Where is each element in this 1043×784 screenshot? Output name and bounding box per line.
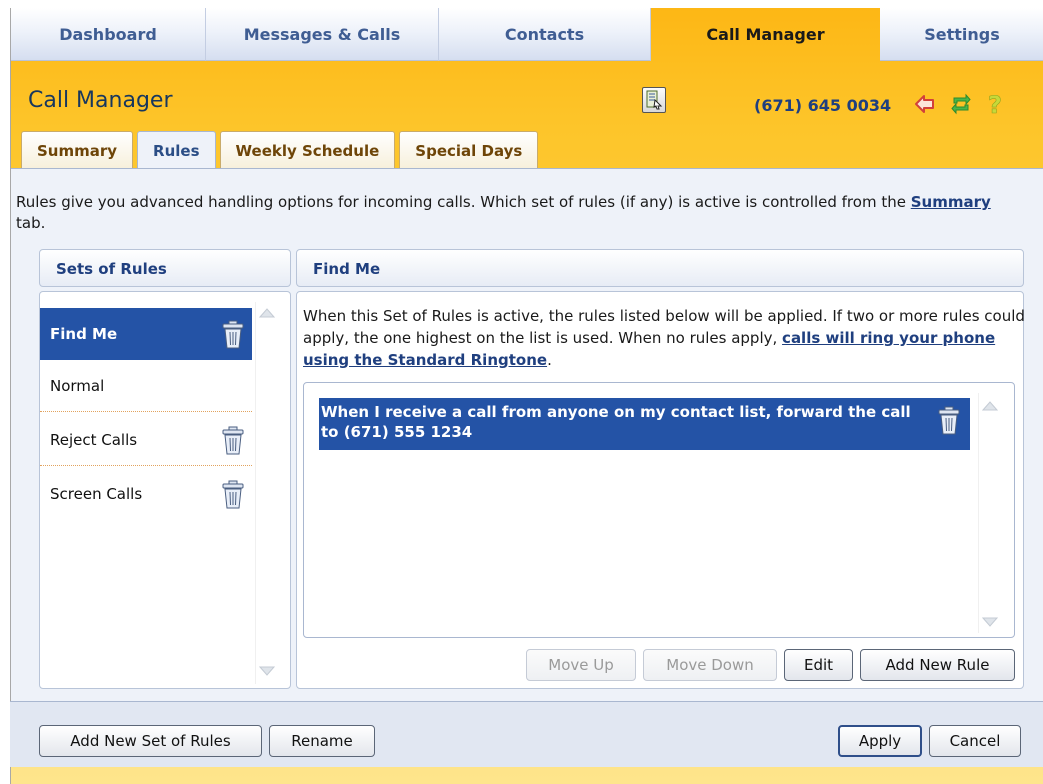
rule-set-label: Normal: [50, 377, 105, 395]
rule-set-find-me[interactable]: Find Me: [40, 308, 252, 360]
intro-text: Rules give you advanced handling options…: [16, 192, 1016, 234]
rules-description: When this Set of Rules is active, the ru…: [303, 305, 1028, 371]
scroll-down-arrow-icon[interactable]: [980, 613, 1000, 631]
main-nav: Dashboard Messages & Calls Contacts Call…: [11, 8, 1043, 61]
rule-item[interactable]: When I receive a call from anyone on my …: [319, 398, 970, 450]
rule-set-label: Screen Calls: [50, 485, 143, 503]
sets-of-rules-header: Sets of Rules: [39, 249, 291, 287]
nav-tab-messages-calls[interactable]: Messages & Calls: [206, 8, 439, 61]
rule-set-label: Find Me: [50, 325, 118, 343]
subtabs: Summary Rules Weekly Schedule Special Da…: [21, 131, 542, 169]
rule-set-reject-calls[interactable]: Reject Calls: [40, 414, 252, 466]
apply-button[interactable]: Apply: [838, 725, 922, 757]
description-text-end: .: [547, 351, 552, 369]
nav-tab-dashboard[interactable]: Dashboard: [11, 8, 206, 61]
nav-tab-settings[interactable]: Settings: [880, 8, 1043, 61]
phone-number: (671) 645 0034: [754, 96, 892, 115]
sets-of-rules-list: Find Me Normal Reject Calls Screen Calls: [39, 291, 291, 689]
rename-button[interactable]: Rename: [269, 725, 375, 757]
rule-set-label: Reject Calls: [50, 431, 138, 449]
rules-scrollbar[interactable]: [978, 393, 1000, 633]
trash-icon[interactable]: [220, 480, 246, 510]
move-up-button[interactable]: Move Up: [526, 649, 636, 681]
refresh-icon[interactable]: [948, 91, 974, 117]
subtab-special-days[interactable]: Special Days: [399, 131, 539, 168]
svg-text:?: ?: [988, 91, 1002, 117]
export-icon[interactable]: [642, 87, 666, 113]
edit-button[interactable]: Edit: [784, 649, 853, 681]
help-icon[interactable]: ?: [982, 91, 1008, 120]
summary-link[interactable]: Summary: [911, 193, 991, 211]
add-new-set-of-rules-button[interactable]: Add New Set of Rules: [39, 725, 262, 757]
scroll-down-arrow-icon[interactable]: [257, 662, 277, 680]
header: Call Manager (671) 645 0034 ?: [11, 61, 1043, 133]
nav-tab-contacts[interactable]: Contacts: [439, 8, 651, 61]
rule-set-normal[interactable]: Normal: [40, 360, 252, 412]
rule-text: When I receive a call from anyone on my …: [321, 403, 911, 441]
nav-tab-call-manager[interactable]: Call Manager: [651, 8, 880, 61]
scroll-up-arrow-icon[interactable]: [980, 397, 1000, 415]
trash-icon[interactable]: [220, 426, 246, 456]
subtab-weekly-schedule[interactable]: Weekly Schedule: [219, 131, 396, 168]
scroll-up-arrow-icon[interactable]: [257, 304, 277, 322]
trash-icon[interactable]: [936, 406, 962, 436]
rules-panel-header: Find Me: [296, 249, 1024, 287]
subtab-summary[interactable]: Summary: [21, 131, 134, 168]
trash-icon[interactable]: [220, 320, 246, 350]
intro-text-start: Rules give you advanced handling options…: [16, 193, 911, 211]
cancel-button[interactable]: Cancel: [929, 725, 1021, 757]
subtab-rules[interactable]: Rules: [137, 131, 216, 169]
logout-icon[interactable]: [912, 91, 938, 117]
intro-text-end: tab.: [16, 214, 46, 232]
sets-scrollbar[interactable]: [255, 302, 277, 684]
move-down-button[interactable]: Move Down: [643, 649, 777, 681]
rule-set-screen-calls[interactable]: Screen Calls: [40, 468, 252, 520]
page-title: Call Manager: [28, 88, 173, 113]
add-new-rule-button[interactable]: Add New Rule: [860, 649, 1015, 681]
